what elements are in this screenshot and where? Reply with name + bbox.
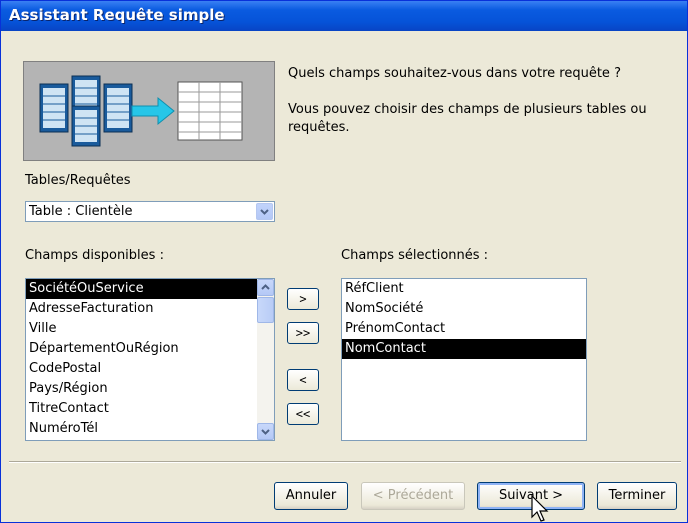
remove-field-button[interactable]: < [287,369,319,391]
tables-queries-label: Tables/Requêtes [25,173,131,188]
available-fields-list[interactable]: SociétéOuService AdresseFacturation Ville D… [25,278,275,441]
scroll-down-button[interactable] [257,423,274,440]
wizard-illustration [23,61,275,161]
tables-queries-combobox[interactable]: Table : Clientèle [25,201,275,222]
dialog-window: Assistant Requête simple Quels champs so… [0,0,688,523]
selected-field-item[interactable]: RéfClient [342,279,586,299]
available-field-item[interactable]: CodePostal [26,359,274,379]
available-field-item[interactable]: AdresseFacturation [26,299,274,319]
selected-field-item[interactable]: NomContact [342,339,586,359]
instruction-question: Quels champs souhaitez-vous dans votre r… [288,66,621,81]
tables-queries-value: Table : Clientèle [29,204,133,219]
remove-all-fields-button[interactable]: << [287,403,319,425]
chevron-down-icon [261,429,270,435]
footer-separator [9,461,681,463]
available-fields-label: Champs disponibles : [25,248,164,263]
finish-button[interactable]: Terminer [597,482,677,510]
available-field-item[interactable]: NuméroTél [26,419,274,439]
available-field-item[interactable]: TitreContact [26,399,274,419]
add-all-fields-button[interactable]: >> [287,322,319,344]
mouse-cursor-icon [531,495,549,522]
selected-field-item[interactable]: NomSociété [342,299,586,319]
cancel-button[interactable]: Annuler [274,482,348,510]
title-bar[interactable]: Assistant Requête simple [1,1,687,31]
chevron-down-icon[interactable] [256,203,273,220]
available-fields-scrollbar[interactable] [257,279,274,440]
instruction-hint: Vous pouvez choisir des champs de plusie… [288,102,647,135]
available-field-item[interactable]: Ville [26,319,274,339]
selected-field-item[interactable]: PrénomContact [342,319,586,339]
available-field-item[interactable]: DépartementOuRégion [26,339,274,359]
available-field-item[interactable]: SociétéOuService [26,279,274,299]
scroll-thumb[interactable] [257,297,274,323]
tables-to-query-icon [39,75,243,147]
wizard-instructions: Quels champs souhaitez-vous dans votre r… [288,65,668,155]
window-title: Assistant Requête simple [9,6,225,24]
selected-fields-label: Champs sélectionnés : [341,248,489,263]
selected-fields-list[interactable]: RéfClient NomSociété PrénomContact NomConta… [341,278,587,441]
available-field-item[interactable]: Pays/Région [26,379,274,399]
back-button[interactable]: < Précédent [361,482,465,510]
scroll-up-button[interactable] [257,279,274,296]
add-field-button[interactable]: > [287,288,319,310]
chevron-up-icon [261,284,270,290]
